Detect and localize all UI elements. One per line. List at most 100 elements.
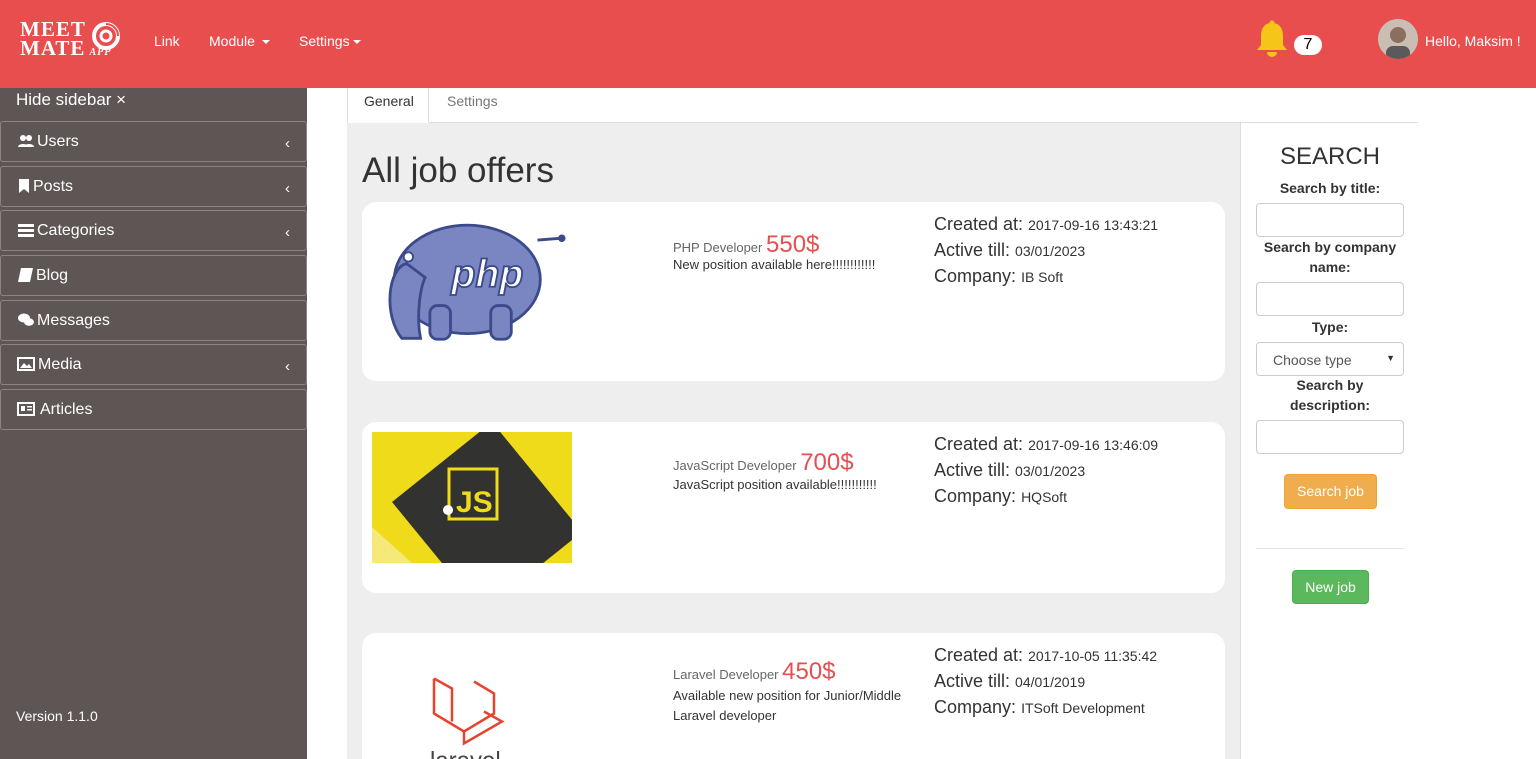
chevron-left-icon: ‹ (285, 135, 290, 152)
search-company-label: Search by company name: (1263, 239, 1397, 275)
sidebar: Hide sidebar × Users ‹ Posts ‹ Categorie… (0, 88, 307, 759)
logo-swirl-icon (92, 22, 120, 50)
job-description: New position available here!!!!!!!!!!!! (673, 257, 876, 272)
page-title: All job offers (362, 151, 554, 190)
hide-sidebar-button[interactable]: Hide sidebar × (16, 90, 126, 110)
sidebar-item-users[interactable]: Users ‹ (0, 121, 307, 162)
top-navbar: MEET MATE APP Link Module Settings 7 Hell… (0, 0, 1536, 88)
sidebar-item-label: Posts (33, 178, 74, 195)
job-title-text: JavaScript Developer (673, 458, 797, 473)
created-label: Created at: (934, 214, 1024, 234)
nav-module-label: Module (209, 33, 255, 49)
js-logo-text: JS (456, 486, 493, 519)
search-title-label: Search by title: (1279, 180, 1381, 196)
job-title[interactable]: Laravel Developer 450$ (673, 658, 836, 686)
sidebar-item-label: Categories (37, 222, 115, 239)
active-value: 04/01/2019 (1015, 674, 1086, 690)
svg-text:php: php (450, 252, 523, 296)
php-elephant-logo: php (388, 223, 566, 341)
company-label: Company: (934, 486, 1017, 506)
logo-line2: MATE (20, 36, 86, 60)
job-card[interactable]: JS JavaScript Developer 700$ JavaScript … (362, 422, 1225, 593)
sidebar-item-messages[interactable]: Messages (0, 300, 307, 341)
notification-badge[interactable]: 7 (1294, 35, 1322, 55)
search-description-label: Search by description: (1289, 377, 1371, 413)
job-title-text: PHP Developer (673, 240, 763, 255)
app-version: Version 1.1.0 (16, 708, 98, 724)
sidebar-item-media[interactable]: Media ‹ (0, 344, 307, 385)
nav-link[interactable]: Link (154, 33, 180, 49)
search-company-input[interactable] (1256, 282, 1404, 316)
js-logo: JS (372, 432, 572, 563)
company-label: Company: (934, 266, 1017, 286)
sidebar-item-label: Blog (36, 267, 69, 284)
created-value: 2017-09-16 13:43:21 (1028, 217, 1159, 233)
chevron-left-icon: ‹ (285, 224, 290, 241)
job-price: 550$ (766, 231, 820, 258)
job-meta: Created at: 2017-09-16 13:46:09 Active t… (934, 432, 1158, 510)
sidebar-item-blog[interactable]: Blog (0, 255, 307, 296)
created-label: Created at: (934, 434, 1024, 454)
users-icon (18, 135, 34, 147)
created-label: Created at: (934, 645, 1024, 665)
nav-settings-label: Settings (299, 33, 350, 49)
active-label: Active till: (934, 671, 1011, 691)
chevron-down-icon: ▼ (1386, 353, 1395, 363)
type-select-value: Choose type (1273, 352, 1352, 368)
job-price: 450$ (782, 658, 836, 685)
user-greeting[interactable]: Hello, Maksim ! (1425, 33, 1521, 49)
job-title-text: Laravel Developer (673, 667, 779, 682)
tab-general[interactable]: General (347, 88, 429, 123)
job-meta: Created at: 2017-10-05 11:35:42 Active t… (934, 643, 1157, 721)
chevron-left-icon: ‹ (285, 180, 290, 197)
active-label: Active till: (934, 460, 1011, 480)
sidebar-item-posts[interactable]: Posts ‹ (0, 166, 307, 207)
sidebar-item-categories[interactable]: Categories ‹ (0, 210, 307, 251)
tab-bar: General Settings (347, 88, 1418, 123)
job-card[interactable]: php PHP Developer 550$ New position avai… (362, 202, 1225, 381)
caret-down-icon (352, 40, 361, 45)
nav-module-dropdown[interactable]: Module (209, 33, 270, 49)
user-photo-icon (1378, 19, 1418, 59)
divider (1256, 548, 1404, 549)
newspaper-icon (17, 402, 35, 416)
sidebar-item-label: Articles (40, 401, 93, 418)
company-label: Company: (934, 697, 1017, 717)
search-heading: SEARCH (1279, 143, 1381, 170)
list-icon (18, 224, 34, 237)
search-title-input[interactable] (1256, 203, 1404, 237)
tab-settings[interactable]: Settings (431, 88, 514, 123)
search-panel: SEARCH Search by title: Search by compan… (1240, 123, 1418, 759)
comments-icon (18, 313, 34, 326)
search-description-input[interactable] (1256, 420, 1404, 454)
chevron-left-icon: ‹ (285, 358, 290, 375)
job-card[interactable]: laravel Laravel Developer 450$ Available… (362, 633, 1225, 759)
picture-icon (17, 357, 35, 371)
sidebar-item-label: Users (37, 133, 79, 150)
active-value: 03/01/2023 (1015, 463, 1086, 479)
company-value: ITSoft Development (1021, 700, 1145, 716)
search-job-button[interactable]: Search job (1284, 474, 1377, 509)
job-meta: Created at: 2017-09-16 13:43:21 Active t… (934, 212, 1158, 290)
created-value: 2017-09-16 13:46:09 (1028, 437, 1159, 453)
bell-icon[interactable] (1255, 20, 1289, 58)
avatar[interactable] (1378, 19, 1418, 59)
laravel-logo: laravel (430, 677, 505, 759)
job-title[interactable]: JavaScript Developer 700$ (673, 449, 854, 477)
sidebar-item-label: Media (38, 356, 82, 373)
book-icon (18, 268, 33, 282)
sidebar-item-label: Messages (37, 312, 110, 329)
job-price: 700$ (800, 449, 854, 476)
company-value: HQSoft (1021, 489, 1067, 505)
job-description: JavaScript position available!!!!!!!!!!! (673, 477, 877, 492)
sidebar-item-articles[interactable]: Articles (0, 389, 307, 430)
new-job-button[interactable]: New job (1292, 570, 1369, 604)
laravel-logo-text: laravel (430, 748, 501, 759)
search-type-label: Type: (1311, 319, 1349, 335)
company-value: IB Soft (1021, 269, 1064, 285)
type-select[interactable]: Choose type ▼ (1256, 342, 1404, 376)
active-label: Active till: (934, 240, 1011, 260)
active-value: 03/01/2023 (1015, 243, 1086, 259)
job-list-panel: All job offers php PHP Developer 550$ Ne… (347, 123, 1240, 759)
nav-settings-dropdown[interactable]: Settings (299, 33, 361, 49)
